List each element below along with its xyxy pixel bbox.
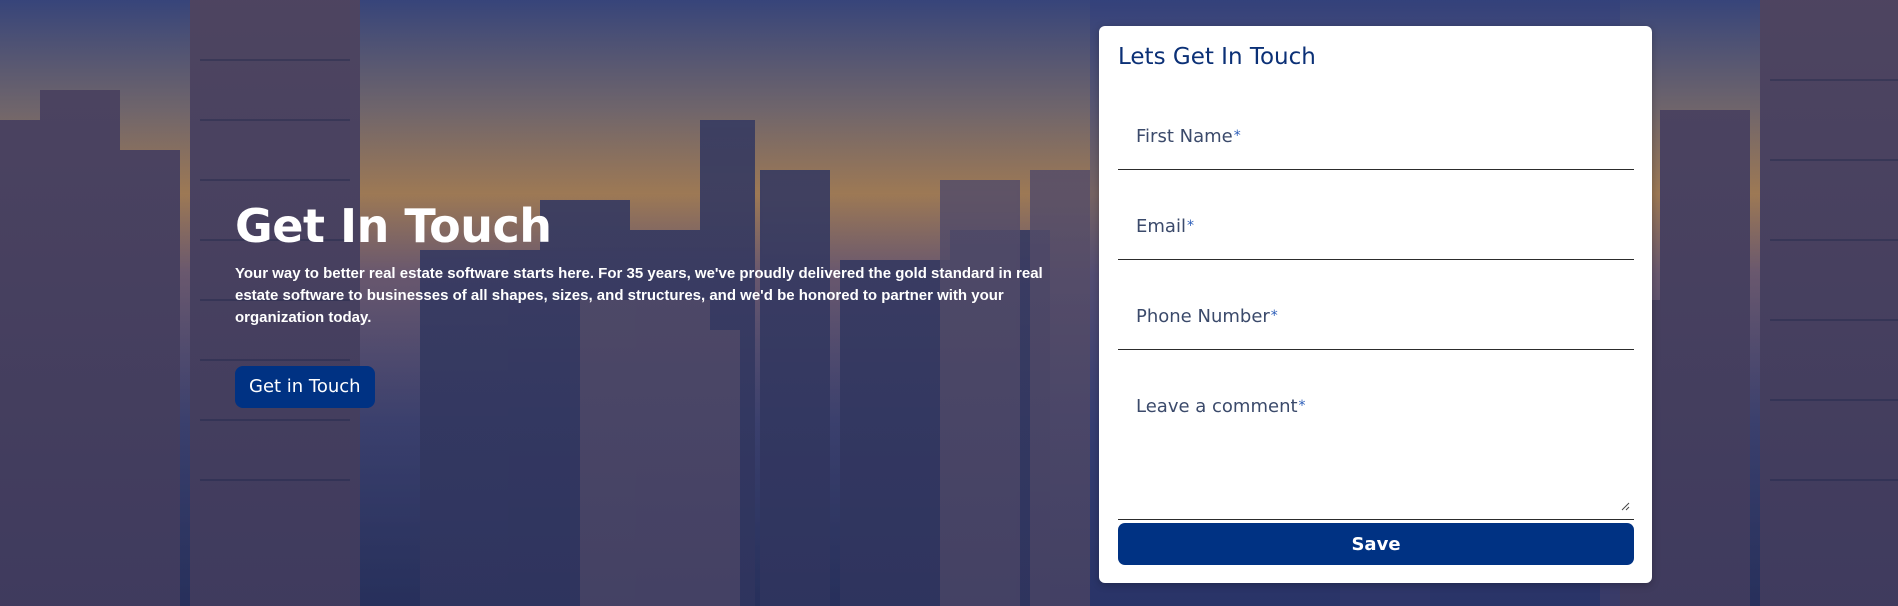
contact-form-card: Lets Get In Touch First Name* Email* Pho… bbox=[1099, 26, 1652, 583]
phone-number-field[interactable]: Phone Number* bbox=[1118, 264, 1634, 350]
phone-number-label-text: Phone Number bbox=[1136, 306, 1270, 327]
save-button[interactable]: Save bbox=[1118, 523, 1634, 565]
email-label-text: Email bbox=[1136, 216, 1186, 237]
first-name-label: First Name* bbox=[1136, 126, 1241, 147]
required-asterisk: * bbox=[1270, 308, 1278, 324]
get-in-touch-button[interactable]: Get in Touch bbox=[235, 366, 375, 408]
hero-title: Get In Touch bbox=[235, 199, 552, 253]
contact-hero-section: Get In Touch Your way to better real est… bbox=[0, 0, 1898, 606]
first-name-field[interactable]: First Name* bbox=[1118, 84, 1634, 170]
comment-label-text: Leave a comment bbox=[1136, 396, 1298, 417]
phone-number-label: Phone Number* bbox=[1136, 306, 1278, 327]
first-name-label-text: First Name bbox=[1136, 126, 1233, 147]
hero-copy: Get In Touch Your way to better real est… bbox=[235, 196, 1065, 329]
email-field[interactable]: Email* bbox=[1118, 174, 1634, 260]
required-asterisk: * bbox=[1233, 128, 1241, 144]
comment-label: Leave a comment* bbox=[1136, 396, 1306, 417]
comment-textarea[interactable]: Leave a comment* bbox=[1118, 354, 1634, 520]
required-asterisk: * bbox=[1186, 218, 1194, 234]
required-asterisk: * bbox=[1298, 398, 1306, 414]
hero-description: Your way to better real estate software … bbox=[235, 265, 1043, 326]
resize-handle-icon[interactable] bbox=[1620, 501, 1630, 511]
email-label: Email* bbox=[1136, 216, 1194, 237]
form-title: Lets Get In Touch bbox=[1118, 44, 1316, 70]
